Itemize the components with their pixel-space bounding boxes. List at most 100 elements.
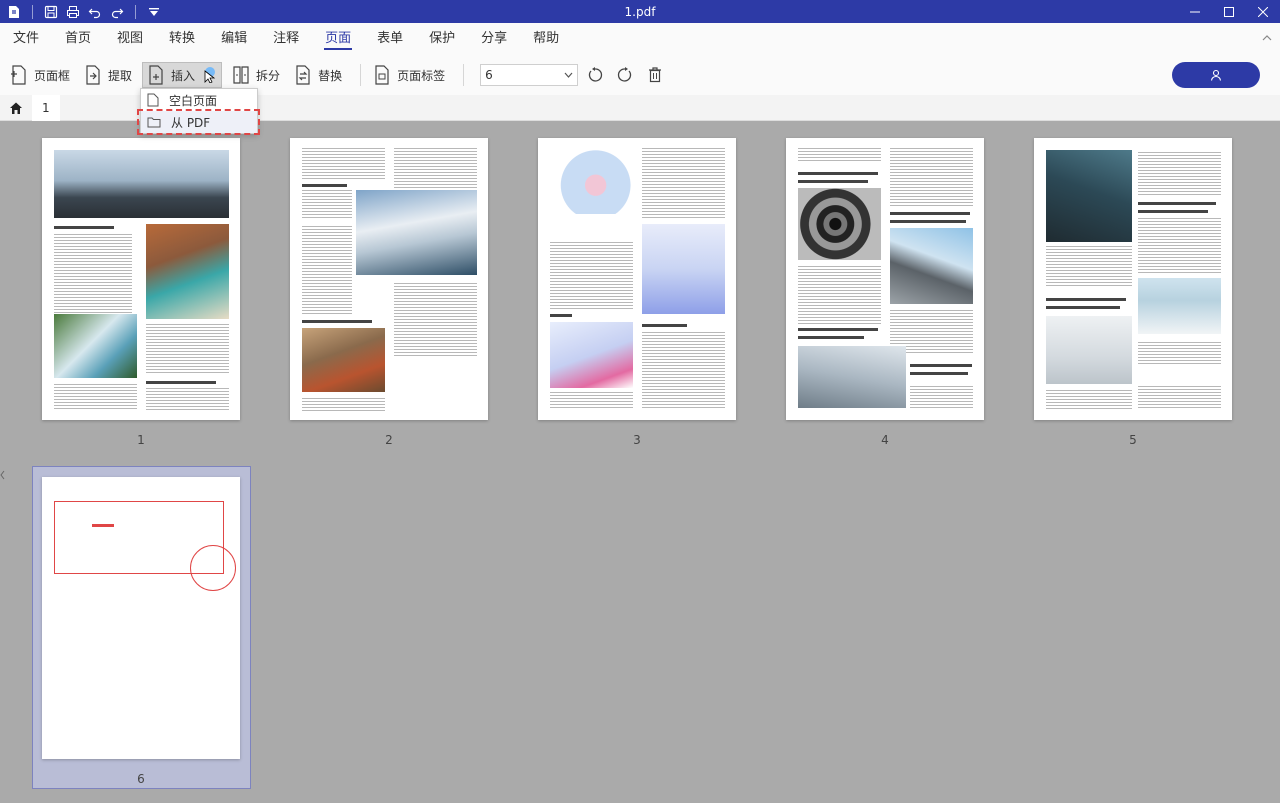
window-title: 1.pdf [624, 4, 656, 19]
menu-form[interactable]: 表单 [364, 23, 416, 55]
page-text-block [394, 283, 477, 358]
delete-page-button[interactable] [642, 62, 668, 88]
page-heading [910, 364, 972, 367]
page-heading [890, 220, 966, 223]
rotate-right-icon [617, 67, 632, 82]
page-text-block [1046, 390, 1132, 410]
replace-button[interactable]: 替换 [290, 62, 346, 88]
page-heading [890, 212, 970, 215]
save-icon[interactable] [43, 4, 59, 20]
replace-label: 替换 [318, 68, 343, 83]
menu-edit[interactable]: 编辑 [208, 23, 260, 55]
home-tab-button[interactable] [0, 95, 32, 121]
page-text-block [798, 266, 881, 324]
page-thumbnail-workspace[interactable]: 1 2 3 4 5 6 [8, 121, 1272, 803]
page-illustration [642, 224, 725, 314]
menu-view[interactable]: 视图 [104, 23, 156, 55]
extract-label: 提取 [108, 68, 133, 83]
minimize-icon[interactable] [1178, 0, 1212, 23]
menu-convert[interactable]: 转换 [156, 23, 208, 55]
trash-icon [649, 67, 662, 83]
replace-icon [296, 65, 310, 85]
page-box-button[interactable]: 页面框 [6, 62, 74, 88]
rotate-left-button[interactable] [582, 62, 608, 88]
close-icon[interactable] [1246, 0, 1280, 23]
page-text-block [302, 190, 352, 220]
page-heading [1046, 298, 1126, 301]
menu-home[interactable]: 首页 [52, 23, 104, 55]
page-heading [798, 180, 868, 183]
annotation-text-mark [92, 524, 114, 527]
page-text-block [394, 148, 477, 188]
rotate-right-button[interactable] [612, 62, 638, 88]
menu-share[interactable]: 分享 [468, 23, 520, 55]
title-separator [135, 4, 136, 19]
page-label-button[interactable]: 页面标签 [369, 62, 449, 88]
page-image [798, 188, 881, 260]
page-thumbnail-5[interactable] [1034, 138, 1232, 420]
page-number-label: 2 [385, 433, 393, 447]
page-heading [302, 184, 347, 187]
page-text-block [550, 242, 633, 310]
page-text-block [1138, 152, 1221, 196]
page-heading [910, 372, 968, 375]
page-text-block [798, 148, 881, 162]
page-heading [798, 328, 878, 331]
page-text-block [1138, 386, 1221, 408]
page-heading [1046, 306, 1120, 309]
collapse-ribbon-icon[interactable] [1262, 31, 1272, 45]
customize-icon[interactable] [146, 4, 162, 20]
page-number-value: 6 [485, 68, 493, 82]
extract-button[interactable]: 提取 [80, 62, 136, 88]
menu-page[interactable]: 页面 [312, 23, 364, 55]
insert-blank-page-item[interactable]: 空白页面 [141, 89, 257, 111]
sidebar-expand-handle[interactable] [0, 470, 6, 490]
page-heading [798, 172, 878, 175]
mouse-cursor-icon [204, 67, 216, 83]
page-box-label: 页面框 [34, 68, 71, 83]
menu-protect[interactable]: 保护 [416, 23, 468, 55]
account-button[interactable] [1172, 62, 1260, 88]
folder-icon [147, 117, 161, 128]
title-bar: 1.pdf [0, 0, 1280, 23]
page-image [54, 314, 137, 378]
insert-from-pdf-label: 从 PDF [171, 115, 211, 130]
insert-from-pdf-item[interactable]: 从 PDF [141, 111, 257, 133]
page-thumbnail-3[interactable] [538, 138, 736, 420]
page-number-select[interactable]: 6 [480, 64, 579, 86]
page-thumbnail-1[interactable] [42, 138, 240, 420]
page-image [302, 328, 385, 392]
print-icon[interactable] [65, 4, 81, 20]
document-tab[interactable]: 1 [32, 94, 60, 121]
page-image [798, 346, 906, 408]
page-heading [302, 320, 372, 323]
page-heading [1138, 210, 1208, 213]
extract-icon [86, 65, 100, 85]
page-image [1046, 150, 1132, 242]
page-image [146, 224, 229, 319]
undo-icon[interactable] [87, 4, 103, 20]
page-image [1138, 278, 1221, 334]
insert-button[interactable]: 插入 [142, 62, 223, 88]
maximize-icon[interactable] [1212, 0, 1246, 23]
page-text-block [146, 388, 229, 410]
page-thumbnail-2[interactable] [290, 138, 488, 420]
menu-help[interactable]: 帮助 [520, 23, 572, 55]
page-label-label: 页面标签 [397, 68, 446, 83]
page-heading [1138, 202, 1216, 205]
split-button[interactable]: 拆分 [228, 62, 284, 88]
toolbar-separator [360, 64, 362, 86]
page-number-label: 4 [881, 433, 889, 447]
page-thumbnail-6[interactable] [42, 477, 240, 759]
page-heading [798, 336, 864, 339]
page-text-block [302, 226, 352, 316]
menu-file[interactable]: 文件 [0, 23, 52, 55]
page-text-block [54, 384, 137, 410]
redo-icon[interactable] [109, 4, 125, 20]
menu-comment[interactable]: 注释 [260, 23, 312, 55]
home-icon [10, 102, 22, 114]
insert-blank-page-label: 空白页面 [169, 93, 218, 108]
insert-icon [149, 65, 163, 85]
page-thumbnail-4[interactable] [786, 138, 984, 420]
app-logo-icon[interactable] [6, 4, 22, 20]
